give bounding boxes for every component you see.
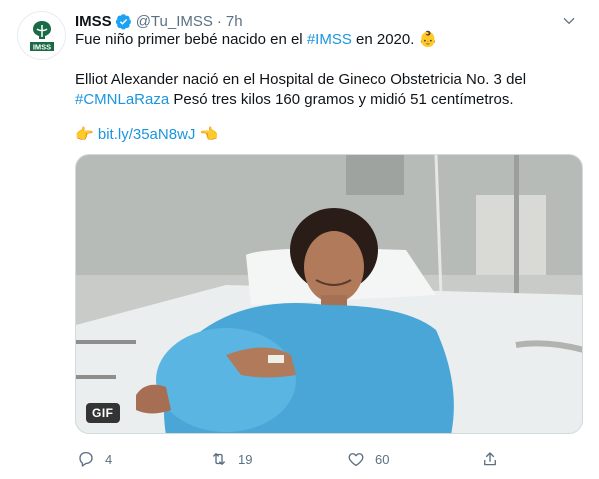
author-name[interactable]: IMSS [75, 13, 112, 30]
reply-count: 4 [105, 451, 113, 467]
hashtag-cmnlaraza[interactable]: #CMNLaRaza [75, 91, 169, 108]
verified-icon [115, 13, 132, 30]
baby-emoji-icon: 👶 [418, 31, 438, 49]
author-handle[interactable]: @Tu_IMSS [136, 13, 213, 30]
tweet-text-line-2: Elliot Alexander nació en el Hospital de… [75, 71, 527, 88]
retweet-count: 19 [238, 451, 253, 467]
share-icon [479, 448, 501, 470]
gif-badge: GIF [86, 403, 120, 423]
imss-logo-icon: IMSS [29, 20, 54, 51]
avatar[interactable]: IMSS [17, 11, 66, 60]
tweet-header: IMSS @Tu_IMSS · 7h [75, 10, 579, 32]
retweet-button[interactable]: 19 [208, 448, 252, 470]
media-image [76, 155, 582, 433]
tweet-link-line: 👉 bit.ly/35aN8wJ 👈 [75, 125, 575, 145]
hashtag-imss[interactable]: #IMSS [307, 31, 352, 48]
tweet-text-line-1: Fue niño primer bebé nacido en el #IMSS … [75, 30, 575, 50]
header-separator: · [216, 12, 222, 30]
like-icon [345, 448, 367, 470]
pointing-left-emoji-icon: 👈 [199, 126, 219, 144]
like-button[interactable]: 60 [345, 448, 389, 470]
pointing-right-emoji-icon: 👉 [75, 126, 94, 144]
like-count: 60 [375, 451, 390, 467]
reply-icon [75, 448, 97, 470]
retweet-icon [208, 448, 230, 470]
tweet-timestamp[interactable]: 7h [226, 13, 243, 30]
tweet-media-gif[interactable]: GIF [75, 154, 583, 434]
shortened-link[interactable]: bit.ly/35aN8wJ [98, 126, 196, 143]
avatar-label: IMSS [32, 42, 50, 51]
tweet-text: en 2020. [351, 31, 415, 48]
reply-button[interactable]: 4 [75, 448, 112, 470]
tweet-text: Pesó tres kilos 160 gramos y midió 51 ce… [169, 91, 514, 108]
share-button[interactable] [479, 448, 501, 470]
tweet-text: Fue niño primer bebé nacido en el [75, 31, 307, 48]
tweet-actions: 4 19 60 [75, 448, 583, 472]
tweet-text-line-3: #CMNLaRaza Pesó tres kilos 160 gramos y … [75, 90, 575, 110]
chevron-down-icon[interactable] [559, 11, 579, 31]
tweet-card[interactable]: IMSS IMSS @Tu_IMSS · 7h Fue niño primer … [0, 0, 599, 479]
